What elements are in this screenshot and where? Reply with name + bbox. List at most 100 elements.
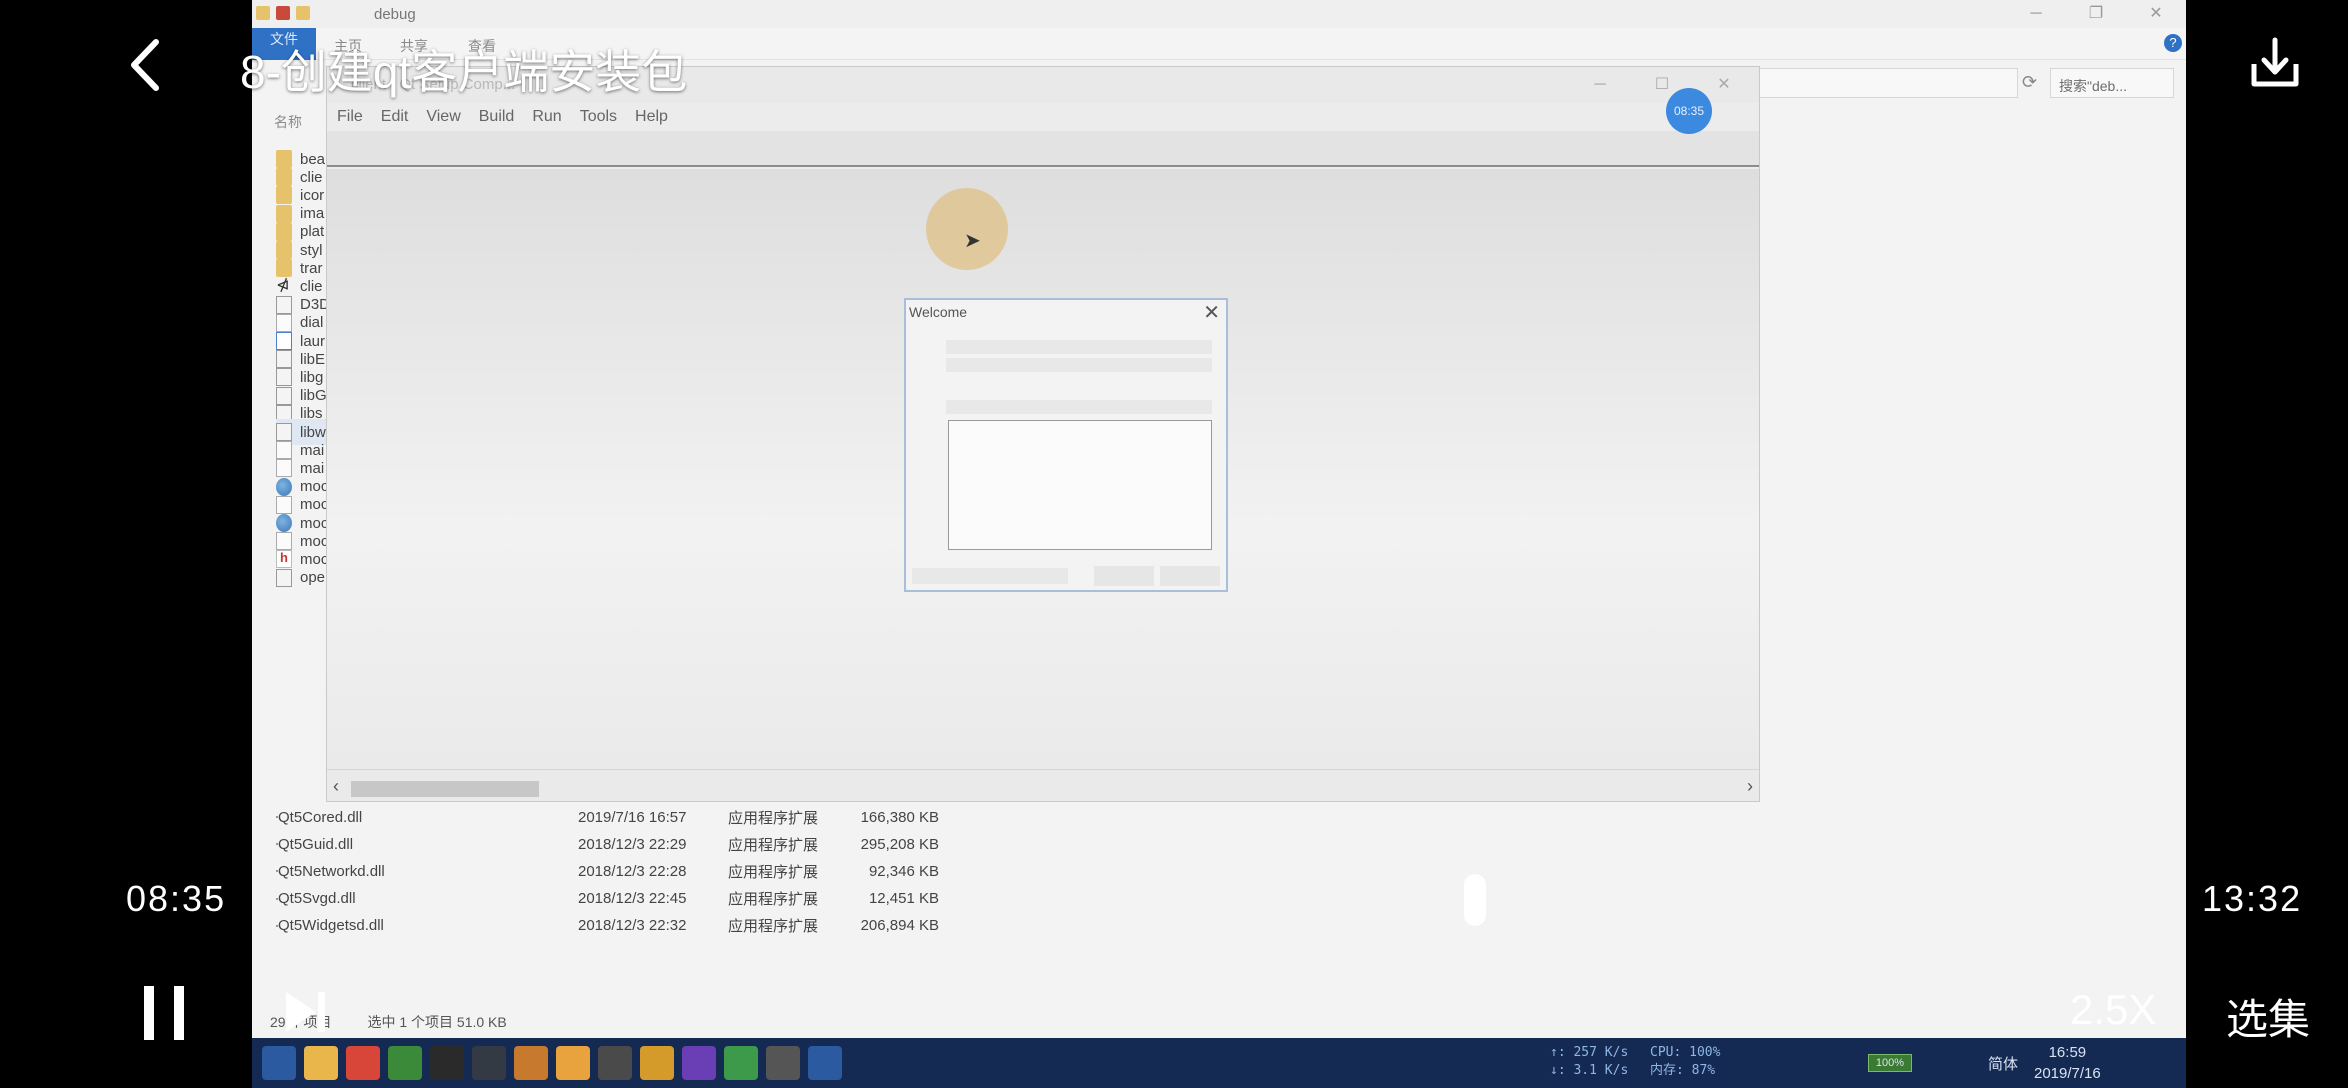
file-date: 2018/12/3 22:32 (578, 917, 687, 935)
refresh-icon[interactable]: ⟳ (2022, 72, 2037, 93)
close-icon[interactable]: ✕ (1699, 73, 1749, 97)
next-button[interactable] (282, 988, 330, 1036)
app-icon[interactable] (430, 1046, 464, 1080)
pause-button[interactable] (144, 986, 184, 1040)
close-icon[interactable]: ✕ (2126, 0, 2186, 28)
app-icon[interactable] (640, 1046, 674, 1080)
terminal-icon[interactable] (514, 1046, 548, 1080)
file-type: 应用程序扩展 (728, 891, 819, 909)
scroll-right-icon[interactable]: › (1747, 776, 1753, 797)
battery-icon[interactable]: 100% (1868, 1054, 1912, 1072)
mouse-pointer-icon: ➤ (964, 230, 981, 252)
help-icon[interactable]: ? (2164, 34, 2182, 52)
file-name: Qt5Networkd.dll (278, 862, 385, 880)
taskbar-clock[interactable]: 16:59 2019/7/16 (2034, 1042, 2101, 1084)
file-explorer-icon[interactable] (346, 1046, 380, 1080)
skip-next-icon (286, 992, 325, 1032)
net-download: ↓: 3.1 K/s (1550, 1063, 1629, 1078)
progress-slider-knob[interactable] (1464, 874, 1486, 926)
file-row[interactable]: Qt5Cored.dll 2019/7/16 16:57 应用程序扩展 166,380… (276, 804, 939, 830)
file-size: 206,894 KB (860, 917, 939, 935)
file-type: 应用程序扩展 (728, 809, 819, 827)
file-row[interactable]: Qt5Guid.dll 2018/12/3 22:29 应用程序扩展 295,208 … (276, 831, 939, 857)
scroll-left-icon[interactable]: ‹ (333, 776, 339, 797)
menu-edit[interactable]: Edit (381, 108, 409, 126)
chrome-icon[interactable] (388, 1046, 422, 1080)
file-name: Qt5Guid.dll (278, 835, 354, 853)
file-name-cell: Qt5Guid.dll (276, 836, 578, 853)
file-name: ope (300, 569, 326, 587)
explorer-window-controls: ─ ❐ ✕ (2006, 0, 2186, 28)
file-row[interactable]: Qt5Widgetsd.dll 2018/12/3 22:32 应用程序扩展 206,… (276, 913, 939, 939)
menu-help[interactable]: Help (635, 108, 668, 126)
file-name: Qt5Cored.dll (278, 808, 363, 826)
minimize-icon[interactable]: ─ (2006, 0, 2066, 28)
file-name: Qt5Svgd.dll (278, 890, 356, 908)
back-button[interactable] (122, 36, 170, 94)
clock-date: 2019/7/16 (2034, 1065, 2101, 1082)
download-button[interactable] (2246, 34, 2304, 92)
clock-time: 16:59 (2048, 1044, 2087, 1061)
horizontal-scrollbar[interactable]: ‹ › (327, 769, 1759, 801)
dialog-button[interactable] (1160, 566, 1220, 586)
welcome-text-area[interactable] (948, 420, 1212, 550)
playback-speed-button[interactable]: 2.5X (2070, 986, 2156, 1034)
app-icon[interactable] (556, 1046, 590, 1080)
start-icon[interactable] (262, 1046, 296, 1080)
file-name-cell: Qt5Svgd.dll (276, 890, 578, 907)
file-row[interactable]: ope (276, 565, 325, 591)
episodes-button[interactable]: 选集 (2226, 986, 2310, 1047)
dll-icon (276, 568, 292, 587)
properties-icon (276, 6, 290, 20)
task-view-icon[interactable] (304, 1046, 338, 1080)
windows-taskbar: ↑: 257 K/s ↓: 3.1 K/s CPU: 100% 内存: 87% … (252, 1038, 2186, 1088)
total-time: 13:32 (2202, 878, 2303, 919)
file-name-cell: Qt5Cored.dll (276, 809, 578, 826)
dialog-button[interactable] (1094, 566, 1154, 586)
placeholder-line (946, 340, 1212, 354)
close-icon[interactable]: ✕ (1203, 300, 1220, 325)
menu-tools[interactable]: Tools (580, 108, 617, 126)
menu-file[interactable]: File (337, 108, 363, 126)
file-date: 2019/7/16 16:57 (578, 808, 687, 826)
minimize-icon[interactable]: ─ (1575, 73, 1625, 97)
file-row[interactable]: Qt5Svgd.dll 2018/12/3 22:45 应用程序扩展 12,451 K… (276, 886, 939, 912)
app-icon[interactable] (598, 1046, 632, 1080)
explorer-title: debug (374, 6, 416, 23)
placeholder-line (946, 400, 1212, 414)
word-icon[interactable] (808, 1046, 842, 1080)
file-size: 166,380 KB (860, 808, 939, 826)
scrollbar-thumb[interactable] (351, 781, 539, 797)
placeholder-line (946, 358, 1212, 372)
network-speed: ↑: 257 K/s ↓: 3.1 K/s (1550, 1044, 1628, 1080)
video-player: debug ─ ❐ ✕ 文件 主页 共享 查看 ? ⟳ 搜索"deb... 名称… (0, 0, 2348, 1088)
photos-icon[interactable] (766, 1046, 800, 1080)
search-input[interactable]: 搜索"deb... (2050, 68, 2174, 98)
current-time: 08:35 (126, 878, 227, 919)
video-frame[interactable]: debug ─ ❐ ✕ 文件 主页 共享 查看 ? ⟳ 搜索"deb... 名称… (252, 0, 2186, 1088)
pause-icon (144, 986, 154, 1040)
app-icon[interactable] (472, 1046, 506, 1080)
column-header-name[interactable]: 名称 (274, 112, 302, 132)
net-upload: ↑: 257 K/s (1550, 1045, 1629, 1060)
cpu-usage: CPU: 100% (1650, 1045, 1721, 1060)
file-type: 应用程序扩展 (728, 918, 819, 936)
qt-creator-icon[interactable] (724, 1046, 758, 1080)
visual-studio-icon[interactable] (682, 1046, 716, 1080)
quick-access-icons (256, 6, 310, 20)
menu-build[interactable]: Build (479, 108, 515, 126)
back-arrow-icon (131, 39, 159, 91)
restore-icon[interactable]: ❐ (2066, 0, 2126, 28)
file-name-cell: Qt5Widgetsd.dll (276, 917, 578, 934)
explorer-titlebar: debug ─ ❐ ✕ (252, 0, 2186, 28)
input-method[interactable]: 简体 (1988, 1053, 2018, 1074)
file-date: 2018/12/3 22:28 (578, 862, 687, 880)
file-name-cell: Qt5Networkd.dll (276, 863, 578, 880)
pause-icon (174, 986, 184, 1040)
welcome-dialog: Welcome ✕ (904, 298, 1228, 592)
file-row[interactable]: Qt5Networkd.dll 2018/12/3 22:28 应用程序扩展 92,3… (276, 858, 939, 884)
file-date: 2018/12/3 22:29 (578, 835, 687, 853)
menu-run[interactable]: Run (532, 108, 561, 126)
address-bar[interactable] (1758, 68, 2018, 98)
menu-view[interactable]: View (426, 108, 460, 126)
